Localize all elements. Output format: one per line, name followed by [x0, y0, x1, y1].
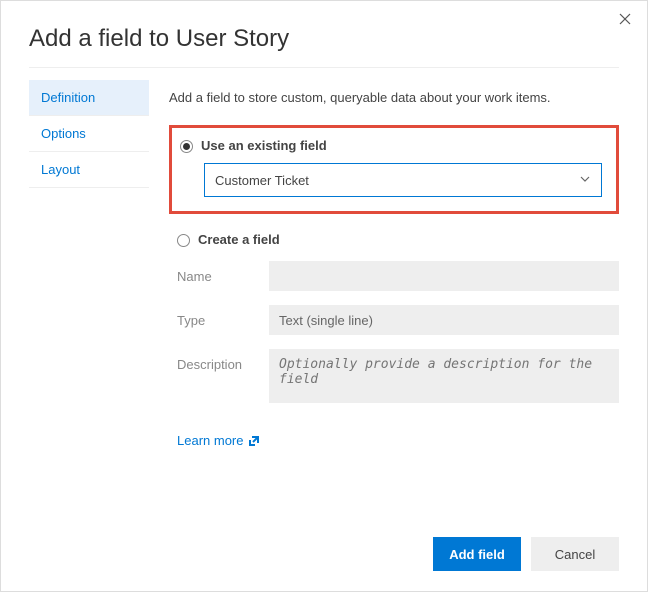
name-label: Name	[177, 261, 269, 284]
tab-layout[interactable]: Layout	[29, 152, 149, 188]
chevron-down-icon	[579, 173, 591, 188]
add-field-button[interactable]: Add field	[433, 537, 521, 571]
content-panel: Add a field to store custom, queryable d…	[149, 80, 619, 448]
create-field-section: Create a field Name Type Description	[169, 232, 619, 403]
intro-text: Add a field to store custom, queryable d…	[169, 90, 619, 105]
description-input[interactable]	[269, 349, 619, 403]
use-existing-radio[interactable]	[180, 140, 193, 153]
create-field-radio-label: Create a field	[198, 232, 280, 247]
existing-field-highlight: Use an existing field Customer Ticket	[169, 125, 619, 214]
header-divider	[29, 67, 619, 68]
name-input[interactable]	[269, 261, 619, 291]
use-existing-radio-row[interactable]: Use an existing field	[180, 138, 602, 153]
type-select[interactable]	[269, 305, 619, 335]
close-button[interactable]	[615, 9, 635, 29]
learn-more-link[interactable]: Learn more	[177, 433, 259, 448]
add-field-dialog: Add a field to User Story Definition Opt…	[0, 0, 648, 592]
learn-more-label: Learn more	[177, 433, 243, 448]
cancel-button[interactable]: Cancel	[531, 537, 619, 571]
sidebar: Definition Options Layout	[29, 80, 149, 448]
dialog-title: Add a field to User Story	[29, 25, 619, 53]
use-existing-radio-label: Use an existing field	[201, 138, 327, 153]
tab-options[interactable]: Options	[29, 116, 149, 152]
dialog-header: Add a field to User Story	[1, 1, 647, 67]
create-field-radio[interactable]	[177, 234, 190, 247]
create-field-radio-row[interactable]: Create a field	[177, 232, 619, 247]
existing-field-select-value: Customer Ticket	[215, 173, 309, 188]
tab-definition[interactable]: Definition	[29, 80, 149, 116]
close-icon	[619, 13, 631, 25]
dialog-footer: Add field Cancel	[433, 537, 619, 571]
existing-field-select[interactable]: Customer Ticket	[204, 163, 602, 197]
description-label: Description	[177, 349, 269, 372]
type-label: Type	[177, 305, 269, 328]
external-link-icon	[249, 436, 259, 446]
